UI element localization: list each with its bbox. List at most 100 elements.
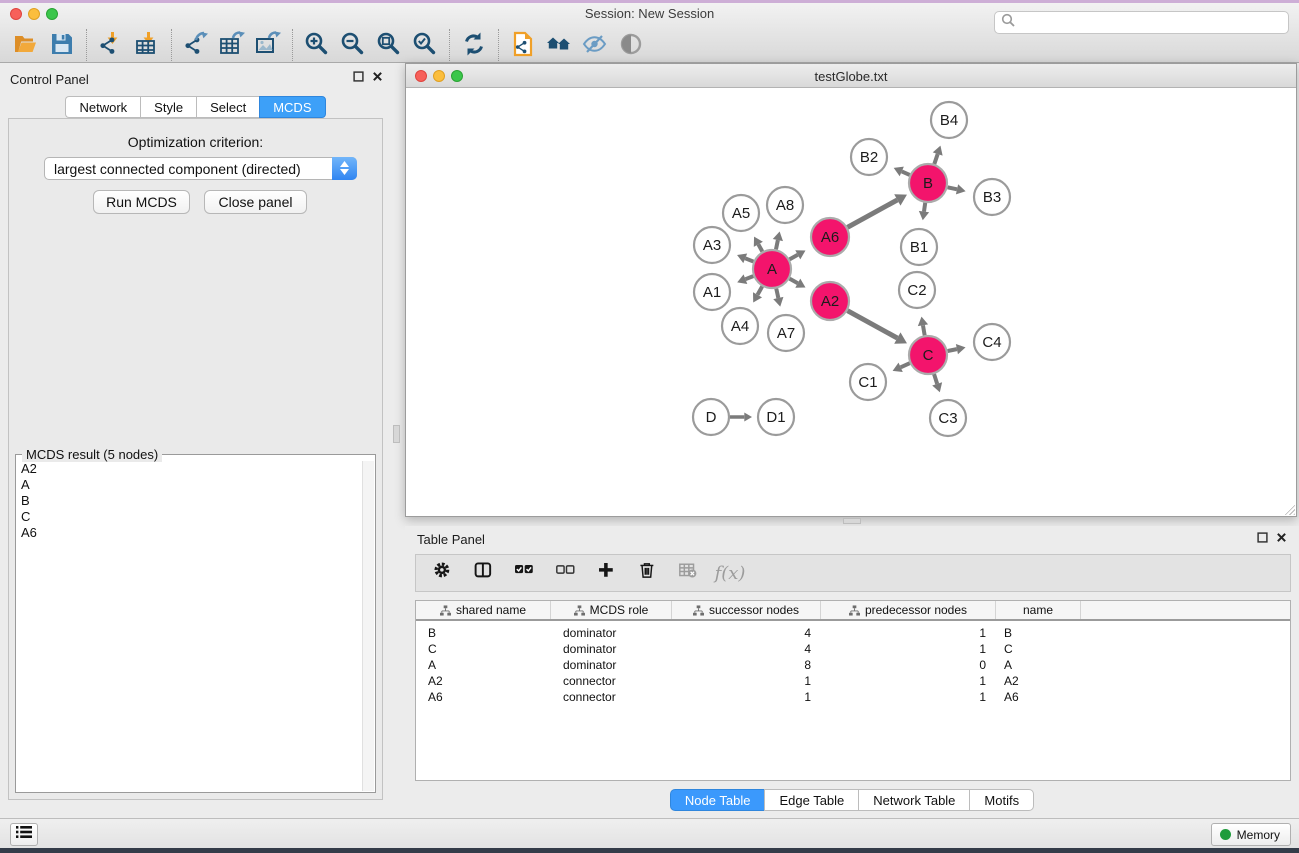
table-row-C[interactable]: Cdominator41C: [416, 641, 1290, 657]
float-table-panel-icon[interactable]: [1257, 532, 1268, 543]
table-row-A6[interactable]: A6connector11A6: [416, 689, 1290, 705]
mcds-result-item[interactable]: A2: [17, 461, 362, 477]
edge-A2-C[interactable]: [848, 311, 898, 338]
export-image-button[interactable]: [251, 28, 285, 62]
save-session-button[interactable]: [45, 28, 79, 62]
edge-A-A2[interactable]: [790, 279, 798, 284]
export-network-button[interactable]: [179, 28, 213, 62]
show-panels-button[interactable]: [614, 28, 648, 62]
edge-C-C3[interactable]: [934, 374, 937, 384]
mcds-result-item[interactable]: C: [17, 509, 362, 525]
tab-network-table[interactable]: Network Table: [858, 789, 969, 811]
open-session-button[interactable]: [9, 28, 43, 62]
export-table-button[interactable]: [215, 28, 249, 62]
node-B3[interactable]: B3: [974, 179, 1010, 215]
column-header-MCDS-role[interactable]: MCDS role: [551, 601, 672, 619]
table-row-A2[interactable]: A2connector11A2: [416, 673, 1290, 689]
column-header-name[interactable]: name: [996, 601, 1081, 619]
node-D[interactable]: D: [693, 399, 729, 435]
column-header-shared-name[interactable]: shared name: [416, 601, 551, 619]
tab-style[interactable]: Style: [140, 96, 196, 118]
optimization-criterion-select[interactable]: largest connected component (directed): [44, 157, 357, 180]
mcds-result-item[interactable]: B: [17, 493, 362, 509]
node-B4[interactable]: B4: [931, 102, 967, 138]
hide-panels-button[interactable]: [578, 28, 612, 62]
result-scrollbar[interactable]: [362, 461, 374, 791]
node-C[interactable]: C: [909, 336, 947, 374]
node-A1[interactable]: A1: [694, 274, 730, 310]
search-box[interactable]: [994, 11, 1289, 34]
edge-A-A3[interactable]: [745, 258, 753, 261]
network-window-titlebar[interactable]: testGlobe.txt: [406, 64, 1296, 88]
node-A4[interactable]: A4: [722, 308, 758, 344]
node-D1[interactable]: D1: [758, 399, 794, 435]
edge-A-A4[interactable]: [758, 286, 763, 294]
column-header-successor-nodes[interactable]: successor nodes: [672, 601, 821, 619]
edge-A-A6[interactable]: [790, 255, 798, 260]
tab-network[interactable]: Network: [65, 96, 140, 118]
search-input[interactable]: [1015, 12, 1288, 33]
float-panel-icon[interactable]: [353, 71, 364, 82]
node-B1[interactable]: B1: [901, 229, 937, 265]
close-panel-icon[interactable]: [372, 71, 383, 82]
table-options-button[interactable]: [430, 560, 456, 586]
edge-A-A5[interactable]: [758, 244, 762, 251]
column-header-predecessor-nodes[interactable]: predecessor nodes: [821, 601, 996, 619]
edge-C-C4[interactable]: [948, 349, 957, 351]
task-history-button[interactable]: [10, 823, 38, 846]
tab-mcds[interactable]: MCDS: [259, 96, 325, 118]
close-panel-button[interactable]: Close panel: [204, 190, 307, 214]
zoom-out-button[interactable]: [336, 28, 370, 62]
import-network-button[interactable]: [94, 28, 128, 62]
mcds-result-item[interactable]: A6: [17, 525, 362, 541]
mcds-result-item[interactable]: A: [17, 477, 362, 493]
edge-C-C1[interactable]: [901, 363, 910, 367]
node-B[interactable]: B: [909, 164, 947, 202]
tab-edge-table[interactable]: Edge Table: [764, 789, 858, 811]
show-columns-button[interactable]: [471, 560, 497, 586]
table-row-A[interactable]: Adominator80A: [416, 657, 1290, 673]
vertical-split-handle[interactable]: [393, 425, 400, 443]
tab-motifs[interactable]: Motifs: [969, 789, 1034, 811]
new-network-button[interactable]: [506, 28, 540, 62]
node-A[interactable]: A: [753, 250, 791, 288]
edge-C-C2[interactable]: [923, 325, 925, 335]
table-row-B[interactable]: Bdominator41B: [416, 625, 1290, 641]
apply-layout-button[interactable]: [457, 28, 491, 62]
mcds-result-list[interactable]: A2ABCA6: [17, 461, 362, 791]
node-C4[interactable]: C4: [974, 324, 1010, 360]
node-C2[interactable]: C2: [899, 272, 935, 308]
node-A5[interactable]: A5: [723, 195, 759, 231]
delete-column-button[interactable]: [635, 560, 661, 586]
edge-A6-B[interactable]: [848, 200, 898, 227]
zoom-fit-button[interactable]: [372, 28, 406, 62]
run-mcds-button[interactable]: Run MCDS: [93, 190, 190, 214]
edge-A-A1[interactable]: [745, 276, 753, 279]
node-A2[interactable]: A2: [811, 282, 849, 320]
node-A6[interactable]: A6: [811, 218, 849, 256]
edge-B-B2[interactable]: [902, 171, 910, 174]
zoom-in-button[interactable]: [300, 28, 334, 62]
tab-select[interactable]: Select: [196, 96, 259, 118]
tab-node-table[interactable]: Node Table: [670, 789, 765, 811]
node-C3[interactable]: C3: [930, 400, 966, 436]
deselect-all-button[interactable]: [553, 560, 579, 586]
network-canvas[interactable]: B4B2BB3A5A8A6B1A3AA1C2A2A4A7CC4C1C3DD1: [406, 88, 1296, 516]
memory-button[interactable]: Memory: [1211, 823, 1291, 846]
horizontal-split-handle[interactable]: [843, 518, 861, 524]
edge-A-A8[interactable]: [776, 240, 778, 249]
edge-B-B1[interactable]: [924, 203, 925, 212]
select-all-button[interactable]: [512, 560, 538, 586]
zoom-selected-button[interactable]: [408, 28, 442, 62]
edge-A-A7[interactable]: [776, 289, 778, 298]
node-A7[interactable]: A7: [768, 315, 804, 351]
edge-B-B3[interactable]: [948, 187, 957, 189]
node-B2[interactable]: B2: [851, 139, 887, 175]
home-button[interactable]: [542, 28, 576, 62]
node-A3[interactable]: A3: [694, 227, 730, 263]
edge-B-B4[interactable]: [934, 154, 937, 164]
create-column-button[interactable]: [594, 560, 620, 586]
close-table-panel-icon[interactable]: [1276, 532, 1287, 543]
import-table-button[interactable]: [130, 28, 164, 62]
node-A8[interactable]: A8: [767, 187, 803, 223]
